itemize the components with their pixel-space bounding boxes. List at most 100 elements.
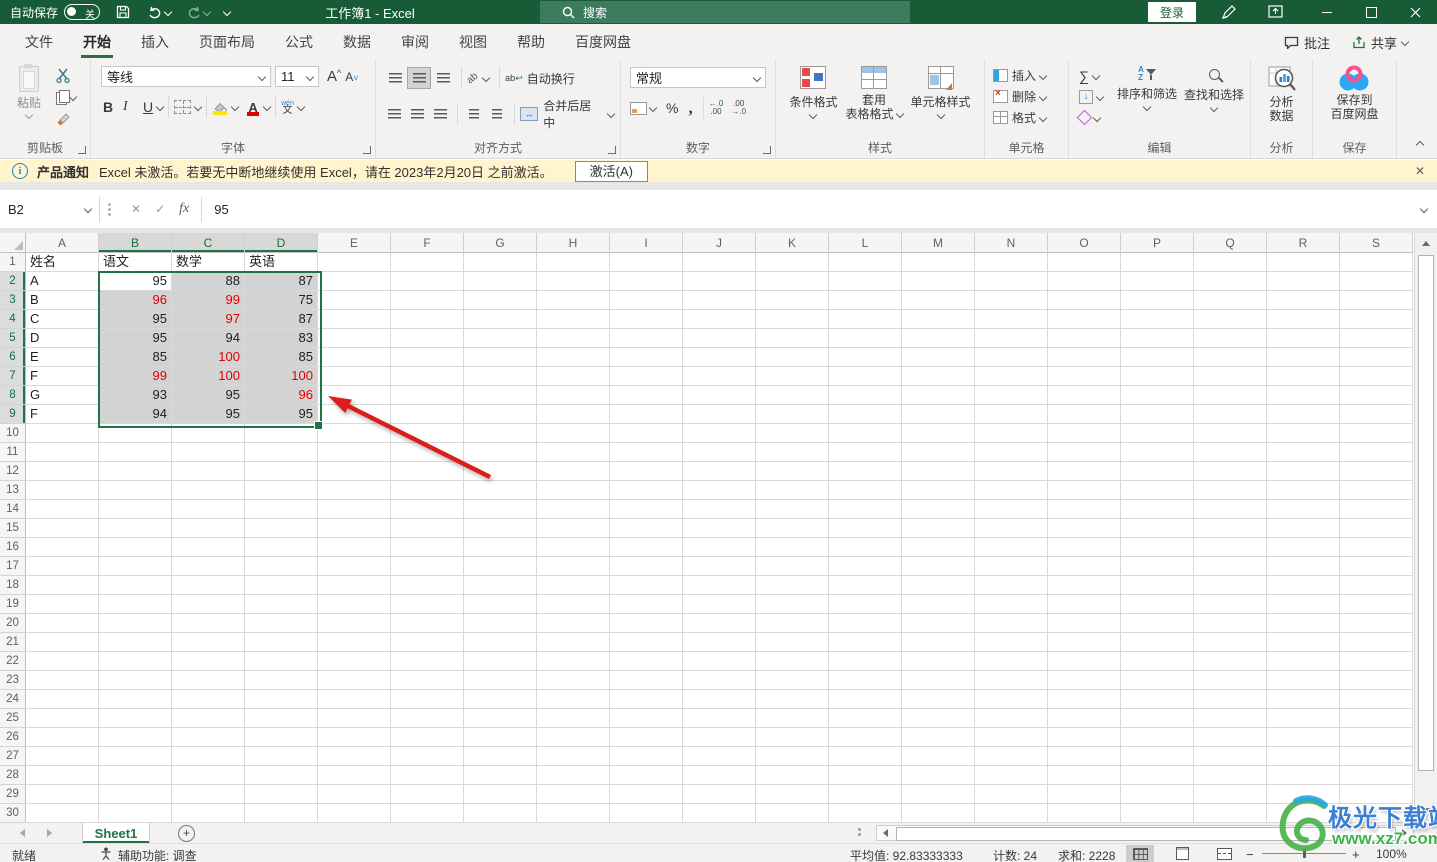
cell-G21[interactable] [464,633,537,652]
row-header-26[interactable]: 26 [0,728,26,747]
row-header-16[interactable]: 16 [0,538,26,557]
cell-F21[interactable] [391,633,464,652]
cell-H3[interactable] [537,291,610,310]
cell-O11[interactable] [1048,443,1121,462]
increase-decimal-button[interactable]: ←.0.00 [709,100,724,116]
cell-L19[interactable] [829,595,902,614]
cell-O1[interactable] [1048,253,1121,272]
cell-H16[interactable] [537,538,610,557]
cell-C29[interactable] [172,785,245,804]
cell-R29[interactable] [1267,785,1340,804]
cell-K5[interactable] [756,329,829,348]
cell-I16[interactable] [610,538,683,557]
cut-button[interactable] [56,68,70,88]
cell-K7[interactable] [756,367,829,386]
cell-E9[interactable] [318,405,391,424]
cell-E3[interactable] [318,291,391,310]
cell-N27[interactable] [975,747,1048,766]
cell-G2[interactable] [464,272,537,291]
cell-J17[interactable] [683,557,756,576]
cell-H18[interactable] [537,576,610,595]
cell-G17[interactable] [464,557,537,576]
prev-sheet-icon[interactable] [20,829,25,837]
cell-K11[interactable] [756,443,829,462]
cell-J8[interactable] [683,386,756,405]
cell-C9[interactable]: 95 [172,405,245,424]
row-header-10[interactable]: 10 [0,424,26,443]
cell-F24[interactable] [391,690,464,709]
cell-G25[interactable] [464,709,537,728]
cell-R14[interactable] [1267,500,1340,519]
cell-N8[interactable] [975,386,1048,405]
cell-B29[interactable] [99,785,172,804]
copy-button[interactable] [56,90,76,104]
cell-G28[interactable] [464,766,537,785]
cell-Q30[interactable] [1194,804,1267,823]
cell-P17[interactable] [1121,557,1194,576]
cell-S13[interactable] [1340,481,1413,500]
cell-J4[interactable] [683,310,756,329]
cell-K13[interactable] [756,481,829,500]
cell-N30[interactable] [975,804,1048,823]
cell-K2[interactable] [756,272,829,291]
cell-E17[interactable] [318,557,391,576]
cell-P10[interactable] [1121,424,1194,443]
cell-Q17[interactable] [1194,557,1267,576]
cell-C1[interactable]: 数学 [172,253,245,272]
vertical-scrollbar[interactable] [1414,233,1437,823]
cell-R28[interactable] [1267,766,1340,785]
cell-O8[interactable] [1048,386,1121,405]
cell-D22[interactable] [245,652,318,671]
cell-H4[interactable] [537,310,610,329]
cell-K20[interactable] [756,614,829,633]
cell-B25[interactable] [99,709,172,728]
cell-S20[interactable] [1340,614,1413,633]
column-header-A[interactable]: A [26,233,99,253]
cell-F8[interactable] [391,386,464,405]
cell-D9[interactable]: 95 [245,405,318,424]
cell-N22[interactable] [975,652,1048,671]
cell-J22[interactable] [683,652,756,671]
row-header-13[interactable]: 13 [0,481,26,500]
cell-O16[interactable] [1048,538,1121,557]
cell-D28[interactable] [245,766,318,785]
cell-I5[interactable] [610,329,683,348]
cell-D20[interactable] [245,614,318,633]
cell-I9[interactable] [610,405,683,424]
cell-E7[interactable] [318,367,391,386]
fill-color-button[interactable] [212,99,228,115]
cell-R11[interactable] [1267,443,1340,462]
cell-H26[interactable] [537,728,610,747]
row-header-4[interactable]: 4 [0,310,26,329]
cell-B6[interactable]: 85 [99,348,172,367]
cell-M16[interactable] [902,538,975,557]
find-select-button[interactable]: 查找和选择 [1181,66,1247,111]
tab-数据[interactable]: 数据 [328,24,386,60]
cell-G23[interactable] [464,671,537,690]
paste-button[interactable]: 粘贴 [8,66,50,118]
cell-O20[interactable] [1048,614,1121,633]
cell-R13[interactable] [1267,481,1340,500]
cell-P22[interactable] [1121,652,1194,671]
cell-O23[interactable] [1048,671,1121,690]
cell-B16[interactable] [99,538,172,557]
cell-O26[interactable] [1048,728,1121,747]
cell-M3[interactable] [902,291,975,310]
align-right-button[interactable] [430,104,451,124]
cell-L15[interactable] [829,519,902,538]
cell-M26[interactable] [902,728,975,747]
cell-L20[interactable] [829,614,902,633]
select-all-corner[interactable] [0,233,26,253]
cell-A1[interactable]: 姓名 [26,253,99,272]
cell-N11[interactable] [975,443,1048,462]
cell-N14[interactable] [975,500,1048,519]
cell-R12[interactable] [1267,462,1340,481]
cell-C23[interactable] [172,671,245,690]
cell-Q22[interactable] [1194,652,1267,671]
cell-E25[interactable] [318,709,391,728]
cell-I25[interactable] [610,709,683,728]
cell-B3[interactable]: 96 [99,291,172,310]
cell-C19[interactable] [172,595,245,614]
cell-K21[interactable] [756,633,829,652]
cell-B5[interactable]: 95 [99,329,172,348]
